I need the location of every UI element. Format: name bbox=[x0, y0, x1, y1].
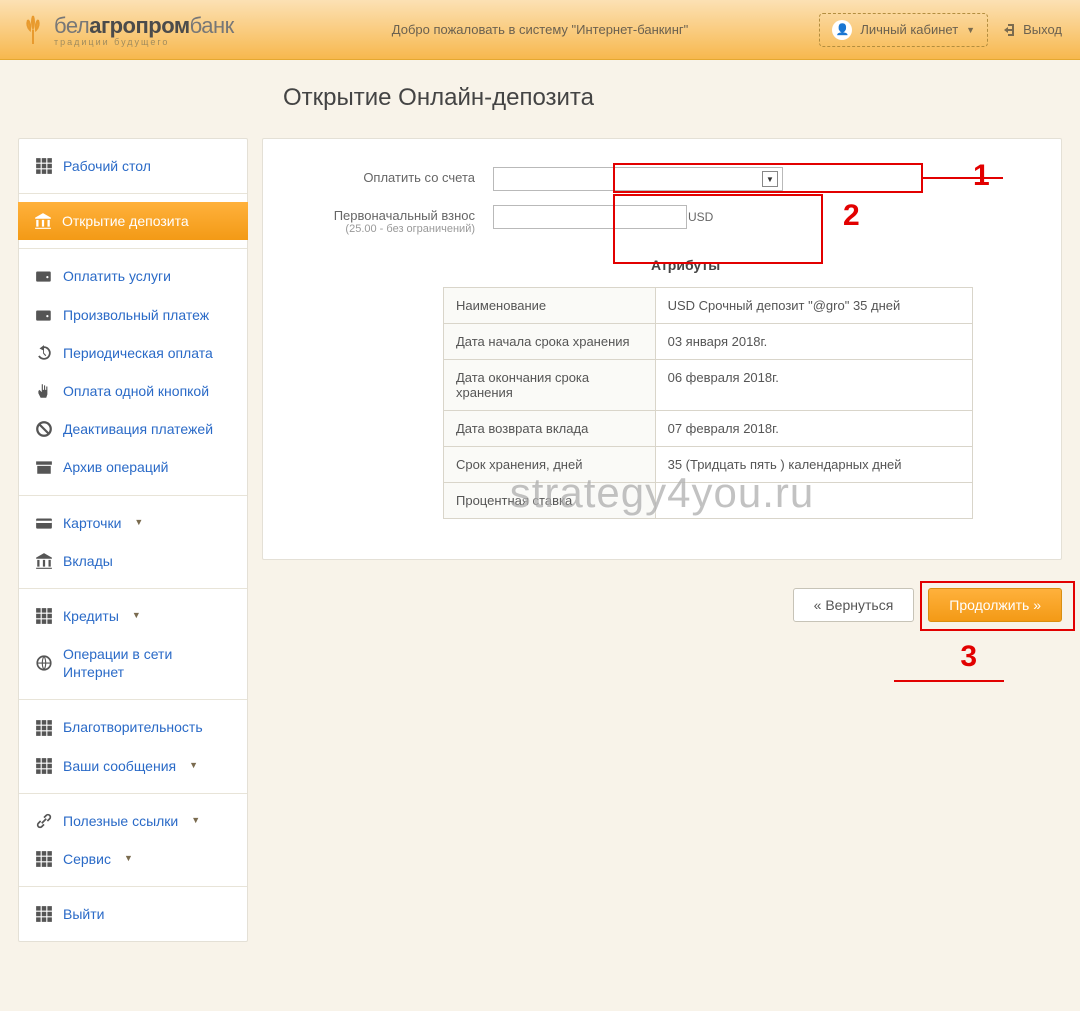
attr-value: 06 февраля 2018г. bbox=[655, 360, 972, 411]
annotation-number-1: 1 bbox=[973, 159, 990, 193]
annotation-number-2: 2 bbox=[843, 199, 860, 233]
attr-value: 03 января 2018г. bbox=[655, 324, 972, 360]
attr-name: Процентная ставка bbox=[444, 483, 656, 519]
app-header: белагропромбанк традиции будущего Добро … bbox=[0, 0, 1080, 60]
sidebar-item-service[interactable]: Сервис ▼ bbox=[19, 840, 247, 878]
attr-value: 35 (Тридцать пять ) календарных дней bbox=[655, 447, 972, 483]
sidebar-item-label: Ваши сообщения bbox=[63, 757, 176, 775]
annotation-line-1 bbox=[923, 177, 1003, 179]
sidebar-item-periodic[interactable]: Периодическая оплата bbox=[19, 334, 247, 372]
table-row: НаименованиеUSD Срочный депозит "@gro" 3… bbox=[444, 288, 973, 324]
logo-text: белагропромбанк bbox=[54, 13, 234, 39]
page-title: Открытие Онлайн-депозита bbox=[283, 84, 1062, 112]
sidebar-item-label: Выйти bbox=[63, 905, 104, 923]
attr-name: Срок хранения, дней bbox=[444, 447, 656, 483]
logout-label: Выход bbox=[1023, 22, 1062, 37]
sidebar-item-label: Полезные ссылки bbox=[63, 812, 178, 830]
attr-value: 07 февраля 2018г. bbox=[655, 411, 972, 447]
sidebar-item-credits[interactable]: Кредиты ▼ bbox=[19, 597, 247, 635]
chevron-down-icon: ▼ bbox=[132, 610, 141, 622]
annotation-box-1 bbox=[613, 163, 923, 193]
attr-value: USD Срочный депозит "@gro" 35 дней bbox=[655, 288, 972, 324]
logout-link[interactable]: Выход bbox=[1002, 22, 1062, 38]
welcome-text: Добро пожаловать в систему "Интернет-бан… bbox=[392, 22, 688, 37]
sidebar-nav: Рабочий стол Открытие депозита Оплатить ус… bbox=[18, 138, 248, 942]
cabinet-label: Личный кабинет bbox=[860, 22, 958, 37]
annotation-number-3: 3 bbox=[960, 640, 977, 674]
sidebar-item-label: Оплата одной кнопкой bbox=[63, 382, 209, 400]
sidebar-item-label: Вклады bbox=[63, 552, 113, 570]
sidebar-item-free-payment[interactable]: Произвольный платеж bbox=[19, 296, 247, 334]
sidebar-item-label: Рабочий стол bbox=[63, 157, 151, 175]
sidebar-item-label: Открытие депозита bbox=[62, 212, 189, 230]
sidebar-item-label: Деактивация платежей bbox=[63, 420, 213, 438]
annotation-line-3 bbox=[894, 680, 1004, 682]
table-row: Процентная ставка bbox=[444, 483, 973, 519]
sidebar-item-desktop[interactable]: Рабочий стол bbox=[19, 147, 247, 185]
sidebar-item-open-deposit[interactable]: Открытие депозита bbox=[18, 202, 248, 240]
attr-name: Дата возврата вклада bbox=[444, 411, 656, 447]
back-button[interactable]: « Вернуться bbox=[793, 588, 915, 622]
annotation-box-2 bbox=[613, 194, 823, 264]
sidebar-item-deactivate[interactable]: Деактивация платежей bbox=[19, 410, 247, 448]
personal-cabinet-button[interactable]: 👤 Личный кабинет ▼ bbox=[819, 13, 988, 47]
chevron-down-icon: ▼ bbox=[191, 815, 200, 827]
table-row: Срок хранения, дней35 (Тридцать пять ) к… bbox=[444, 447, 973, 483]
chevron-down-icon: ▼ bbox=[966, 25, 975, 35]
chevron-down-icon: ▼ bbox=[189, 760, 198, 772]
sidebar-item-charity[interactable]: Благотворительность bbox=[19, 708, 247, 746]
sidebar-item-label: Периодическая оплата bbox=[63, 344, 213, 362]
sidebar-item-one-button[interactable]: Оплата одной кнопкой bbox=[19, 372, 247, 410]
sidebar-item-links[interactable]: Полезные ссылки ▼ bbox=[19, 802, 247, 840]
user-icon: 👤 bbox=[832, 20, 852, 40]
sidebar-item-label: Сервис bbox=[63, 850, 111, 868]
attr-name: Дата начала срока хранения bbox=[444, 324, 656, 360]
sidebar-item-label: Кредиты bbox=[63, 607, 119, 625]
table-row: Дата окончания срока хранения06 февраля … bbox=[444, 360, 973, 411]
annotation-box-3 bbox=[920, 581, 1075, 631]
sidebar-item-label: Оплатить услуги bbox=[63, 267, 171, 285]
form-actions: « Вернуться Продолжить » 3 bbox=[262, 588, 1062, 622]
attr-name: Дата окончания срока хранения bbox=[444, 360, 656, 411]
sidebar-item-exit[interactable]: Выйти bbox=[19, 895, 247, 933]
sidebar-item-label: Произвольный платеж bbox=[63, 306, 209, 324]
attr-value bbox=[655, 483, 972, 519]
chevron-down-icon: ▼ bbox=[124, 853, 133, 865]
sidebar-item-label: Карточки bbox=[63, 514, 121, 532]
table-row: Дата возврата вклада07 февраля 2018г. bbox=[444, 411, 973, 447]
table-row: Дата начала срока хранения03 января 2018… bbox=[444, 324, 973, 360]
sidebar-item-deposits[interactable]: Вклады bbox=[19, 542, 247, 580]
sidebar-item-archive[interactable]: Архив операций bbox=[19, 448, 247, 486]
deposit-form-card: 1 Оплатить со счета ▼ 2 Первоначальный в… bbox=[262, 138, 1062, 560]
sidebar-item-internet-ops[interactable]: Операции в сети Интернет bbox=[19, 635, 247, 691]
sidebar-item-label: Архив операций bbox=[63, 458, 169, 476]
attributes-table: НаименованиеUSD Срочный депозит "@gro" 3… bbox=[443, 287, 973, 519]
pay-from-label: Оплатить со счета bbox=[303, 167, 493, 185]
logo-wheat-icon bbox=[18, 14, 48, 46]
sidebar-item-messages[interactable]: Ваши сообщения ▼ bbox=[19, 747, 247, 785]
chevron-down-icon: ▼ bbox=[134, 517, 143, 529]
amount-label: Первоначальный взнос (25.00 - без ограни… bbox=[303, 205, 493, 235]
sidebar-item-label: Благотворительность bbox=[63, 718, 203, 736]
sidebar-item-cards[interactable]: Карточки ▼ bbox=[19, 504, 247, 542]
sidebar-item-label: Операции в сети Интернет bbox=[63, 645, 231, 681]
logout-icon bbox=[1002, 22, 1018, 38]
bank-logo: белагропромбанк традиции будущего bbox=[18, 13, 234, 47]
sidebar-item-pay-services[interactable]: Оплатить услуги bbox=[19, 257, 247, 295]
attr-name: Наименование bbox=[444, 288, 656, 324]
